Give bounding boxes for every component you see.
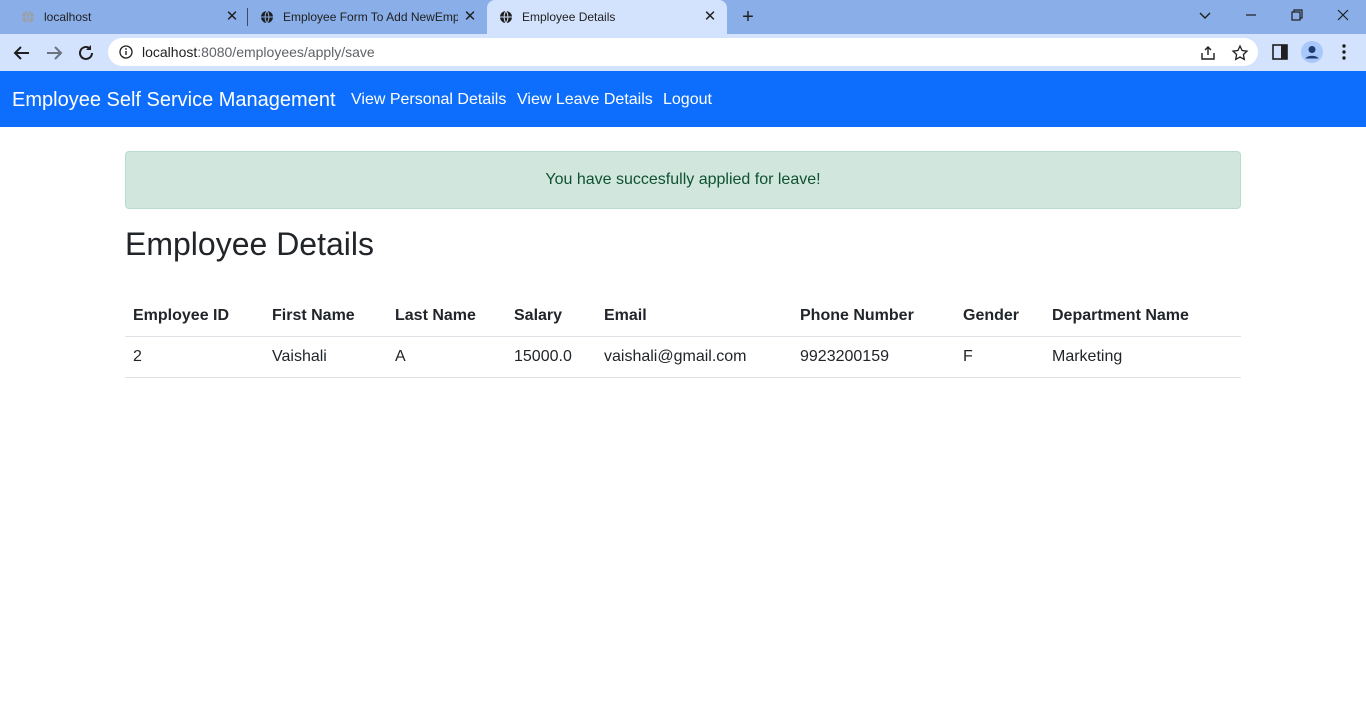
menu-icon[interactable] — [1334, 42, 1354, 62]
cell-phone-number: 9923200159 — [792, 336, 955, 378]
cell-gender: F — [955, 336, 1044, 378]
forward-icon[interactable] — [41, 40, 67, 66]
app-navbar: Employee Self Service Management View Pe… — [0, 71, 1366, 127]
employee-details-table: Employee ID First Name Last Name Salary … — [125, 296, 1241, 378]
chevron-down-icon[interactable] — [1195, 5, 1215, 25]
minimize-icon[interactable] — [1241, 5, 1261, 25]
cell-first-name: Vaishali — [264, 336, 387, 378]
share-icon[interactable] — [1199, 44, 1217, 62]
star-icon[interactable] — [1231, 44, 1249, 62]
plus-icon[interactable]: + — [738, 7, 758, 27]
sidepanel-icon[interactable] — [1270, 42, 1290, 62]
column-header-email: Email — [596, 296, 792, 337]
cell-employee-id: 2 — [125, 336, 264, 378]
globe-icon — [500, 10, 512, 24]
table-header-row: Employee ID First Name Last Name Salary … — [125, 296, 1241, 337]
url-host: localhost — [142, 44, 198, 60]
tab-title: Employee Details — [522, 10, 616, 24]
browser-tab-employee-details[interactable]: Employee Details ✕ — [487, 0, 727, 34]
page-title: Employee Details — [125, 226, 374, 262]
success-alert: You have succesfully applied for leave! — [125, 151, 1241, 209]
restore-icon[interactable] — [1287, 5, 1307, 25]
browser-tab-employee-form[interactable]: Employee Form To Add NewEmp ✕ — [248, 0, 486, 34]
tab-title: localhost — [44, 10, 92, 24]
globe-icon — [261, 10, 273, 24]
nav-link-logout[interactable]: Logout — [663, 91, 712, 109]
close-icon[interactable]: ✕ — [224, 9, 240, 25]
close-window-icon[interactable] — [1333, 5, 1353, 25]
browser-toolbar: localhost:8080/employees/apply/save — [0, 34, 1366, 71]
nav-link-view-leave-details[interactable]: View Leave Details — [517, 91, 653, 109]
nav-link-view-personal-details[interactable]: View Personal Details — [351, 91, 506, 109]
cell-email: vaishali@gmail.com — [596, 336, 792, 378]
column-header-employee-id: Employee ID — [125, 296, 264, 337]
tab-title: Employee Form To Add NewEmp — [283, 10, 458, 24]
column-header-department-name: Department Name — [1044, 296, 1241, 337]
close-icon[interactable]: ✕ — [462, 9, 478, 25]
back-icon[interactable] — [9, 40, 35, 66]
browser-tab-strip: localhost ✕ Employee Form To Add NewEmp … — [0, 0, 1366, 34]
profile-icon[interactable] — [1301, 41, 1323, 63]
column-header-last-name: Last Name — [387, 296, 506, 337]
column-header-salary: Salary — [506, 296, 596, 337]
address-bar[interactable]: localhost:8080/employees/apply/save — [108, 38, 1258, 66]
close-icon[interactable]: ✕ — [702, 9, 718, 25]
navbar-brand[interactable]: Employee Self Service Management — [12, 89, 336, 112]
cell-last-name: A — [387, 336, 506, 378]
column-header-gender: Gender — [955, 296, 1044, 337]
column-header-phone-number: Phone Number — [792, 296, 955, 337]
reload-icon[interactable] — [73, 40, 99, 66]
url-text[interactable]: localhost:8080/employees/apply/save — [142, 44, 375, 60]
globe-icon — [22, 10, 34, 24]
cell-department-name: Marketing — [1044, 336, 1241, 378]
browser-tab-localhost[interactable]: localhost ✕ — [0, 0, 248, 34]
url-path: :8080/employees/apply/save — [197, 44, 375, 60]
cell-salary: 15000.0 — [506, 336, 596, 378]
table-row: 2 Vaishali A 15000.0 vaishali@gmail.com … — [125, 336, 1241, 378]
info-icon[interactable] — [119, 45, 133, 59]
column-header-first-name: First Name — [264, 296, 387, 337]
